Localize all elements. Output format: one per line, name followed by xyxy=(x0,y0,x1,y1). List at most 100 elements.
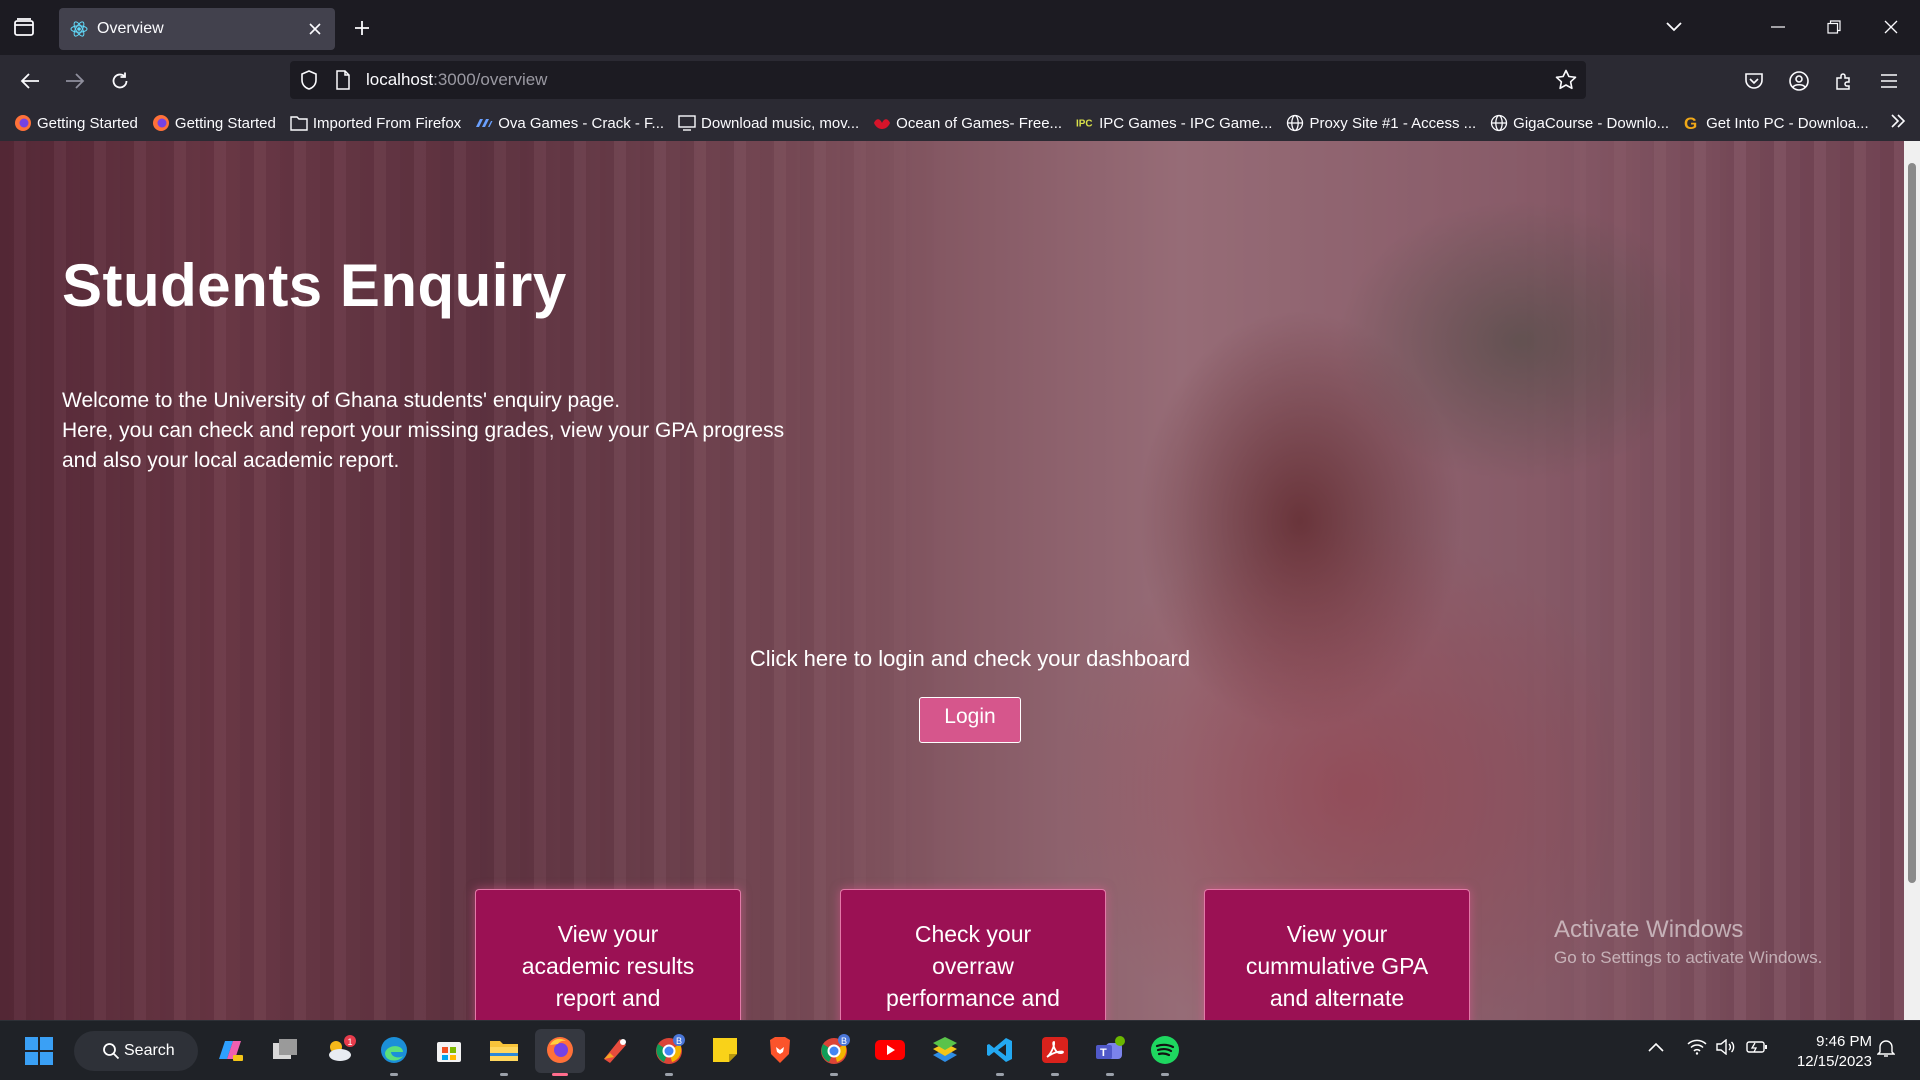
close-tab-icon[interactable] xyxy=(301,15,329,43)
running-indicator xyxy=(1051,1073,1059,1076)
list-all-tabs-icon[interactable] xyxy=(1654,10,1694,44)
account-icon[interactable] xyxy=(1783,65,1815,97)
tab-title: Overview xyxy=(97,20,164,37)
pocket-icon[interactable] xyxy=(1738,65,1770,97)
bookmark-star-icon[interactable] xyxy=(1554,68,1578,92)
welcome-text: Welcome to the University of Ghana stude… xyxy=(62,386,842,476)
ova-games-icon xyxy=(475,114,493,132)
academic-results-card[interactable]: View your academic results report and xyxy=(475,889,741,1020)
bookmark-item[interactable]: IPC IPC Games - IPC Game... xyxy=(1076,114,1272,132)
gpa-card[interactable]: View your cummulative GPA and alternate xyxy=(1204,889,1470,1020)
welcome-line: and also your local academic report. xyxy=(62,449,400,472)
scrollbar-thumb[interactable] xyxy=(1908,163,1916,883)
download-site-icon xyxy=(678,114,696,132)
taskbar-search[interactable]: Search xyxy=(74,1031,198,1071)
svg-text:T: T xyxy=(1100,1047,1107,1059)
back-icon[interactable] xyxy=(14,65,46,97)
file-explorer-icon[interactable] xyxy=(487,1033,521,1067)
activate-windows-watermark: Activate Windows Go to Settings to activ… xyxy=(1554,916,1823,967)
task-view-icon[interactable] xyxy=(268,1033,302,1067)
running-indicator xyxy=(996,1073,1004,1076)
bluestacks-icon[interactable] xyxy=(928,1033,962,1067)
getintopc-icon: G xyxy=(1683,114,1701,132)
url-text: localhost:3000/overview xyxy=(366,70,548,89)
taskbar: Search 1 B B T 9:46 PM 12/15/2023 xyxy=(0,1020,1920,1080)
copilot-icon[interactable] xyxy=(213,1033,247,1067)
brave-icon[interactable] xyxy=(763,1033,797,1067)
svg-text:1: 1 xyxy=(348,1037,353,1047)
bookmark-item[interactable]: GigaCourse - Downlo... xyxy=(1490,114,1669,132)
bookmarks-overflow-icon[interactable] xyxy=(1890,113,1906,134)
react-icon xyxy=(69,19,89,39)
running-indicator xyxy=(830,1073,838,1076)
menu-icon[interactable] xyxy=(1873,65,1905,97)
bookmark-item[interactable]: Getting Started xyxy=(152,114,276,132)
svg-text:B: B xyxy=(676,1036,682,1046)
windows-start-icon[interactable] xyxy=(24,1036,54,1066)
page-content: Students Enquiry Welcome to the Universi… xyxy=(0,141,1904,1020)
battery-icon[interactable] xyxy=(1746,1039,1768,1058)
acrobat-icon[interactable] xyxy=(1038,1033,1072,1067)
login-button[interactable]: Login xyxy=(919,697,1021,743)
youtube-icon[interactable] xyxy=(873,1033,907,1067)
page-title: Students Enquiry xyxy=(62,252,567,319)
svg-text:G: G xyxy=(1684,114,1697,132)
sticky-notes-icon[interactable] xyxy=(708,1033,742,1067)
bookmark-folder[interactable]: Imported From Firefox xyxy=(290,114,461,132)
weather-widget-icon[interactable]: 1 xyxy=(323,1033,357,1067)
firefox-taskbar-icon[interactable] xyxy=(543,1033,577,1067)
extensions-icon[interactable] xyxy=(1828,65,1860,97)
reload-icon[interactable] xyxy=(104,65,136,97)
vscode-icon[interactable] xyxy=(983,1033,1017,1067)
login-prompt: Click here to login and check your dashb… xyxy=(749,646,1191,671)
teams-icon[interactable]: T xyxy=(1093,1033,1127,1067)
globe-icon xyxy=(1286,114,1304,132)
ocean-of-games-icon xyxy=(873,114,891,132)
bookmark-item[interactable]: Proxy Site #1 - Access ... xyxy=(1286,114,1476,132)
spotify-icon[interactable] xyxy=(1148,1033,1182,1067)
bookmark-item[interactable]: Download music, mov... xyxy=(678,114,859,132)
app-icon[interactable] xyxy=(598,1033,632,1067)
running-indicator xyxy=(1106,1073,1114,1076)
firefox-icon xyxy=(14,114,32,132)
bookmark-item[interactable]: G Get Into PC - Downloa... xyxy=(1683,114,1869,132)
welcome-line: Here, you can check and report your miss… xyxy=(62,419,785,442)
shield-icon[interactable] xyxy=(298,69,320,91)
hero-background-image: Students Enquiry Welcome to the Universi… xyxy=(0,141,1904,1020)
restore-icon[interactable] xyxy=(1814,10,1854,44)
active-indicator xyxy=(552,1073,568,1076)
welcome-line: Welcome to the University of Ghana stude… xyxy=(62,389,621,412)
forward-icon[interactable] xyxy=(59,65,91,97)
tab-overview[interactable]: Overview xyxy=(59,8,335,50)
browser-navbar: localhost:3000/overview xyxy=(0,55,1920,105)
bookmark-item[interactable]: Getting Started xyxy=(14,114,138,132)
search-icon xyxy=(102,1042,120,1065)
bookmark-item[interactable]: Ocean of Games- Free... xyxy=(873,114,1062,132)
microsoft-store-icon[interactable] xyxy=(432,1033,466,1067)
minimize-icon[interactable] xyxy=(1758,10,1798,44)
tab-list-icon[interactable] xyxy=(12,16,38,38)
bookmark-item[interactable]: Ova Games - Crack - F... xyxy=(475,114,664,132)
taskbar-clock[interactable]: 9:46 PM 12/15/2023 xyxy=(1776,1032,1872,1072)
performance-card[interactable]: Check your overraw performance and xyxy=(840,889,1106,1020)
bookmarks-bar: Getting Started Getting Started Imported… xyxy=(0,105,1920,141)
running-indicator xyxy=(500,1073,508,1076)
running-indicator xyxy=(665,1073,673,1076)
folder-icon xyxy=(290,114,308,132)
notification-bell-icon[interactable] xyxy=(1876,1038,1896,1061)
chrome-profile-icon[interactable]: B xyxy=(818,1033,852,1067)
edge-icon[interactable] xyxy=(377,1033,411,1067)
running-indicator xyxy=(1161,1073,1169,1076)
running-indicator xyxy=(390,1073,398,1076)
firefox-icon xyxy=(152,114,170,132)
svg-text:IPC: IPC xyxy=(1076,119,1092,130)
chrome-icon[interactable]: B xyxy=(653,1033,687,1067)
page-scrollbar[interactable] xyxy=(1904,141,1920,1020)
show-hidden-icons-icon[interactable] xyxy=(1648,1039,1664,1055)
wifi-icon[interactable] xyxy=(1687,1039,1707,1058)
volume-icon[interactable] xyxy=(1716,1038,1736,1058)
new-tab-icon[interactable] xyxy=(348,14,376,42)
page-info-icon[interactable] xyxy=(334,69,354,91)
close-window-icon[interactable] xyxy=(1871,10,1911,44)
url-bar[interactable]: localhost:3000/overview xyxy=(290,61,1586,99)
